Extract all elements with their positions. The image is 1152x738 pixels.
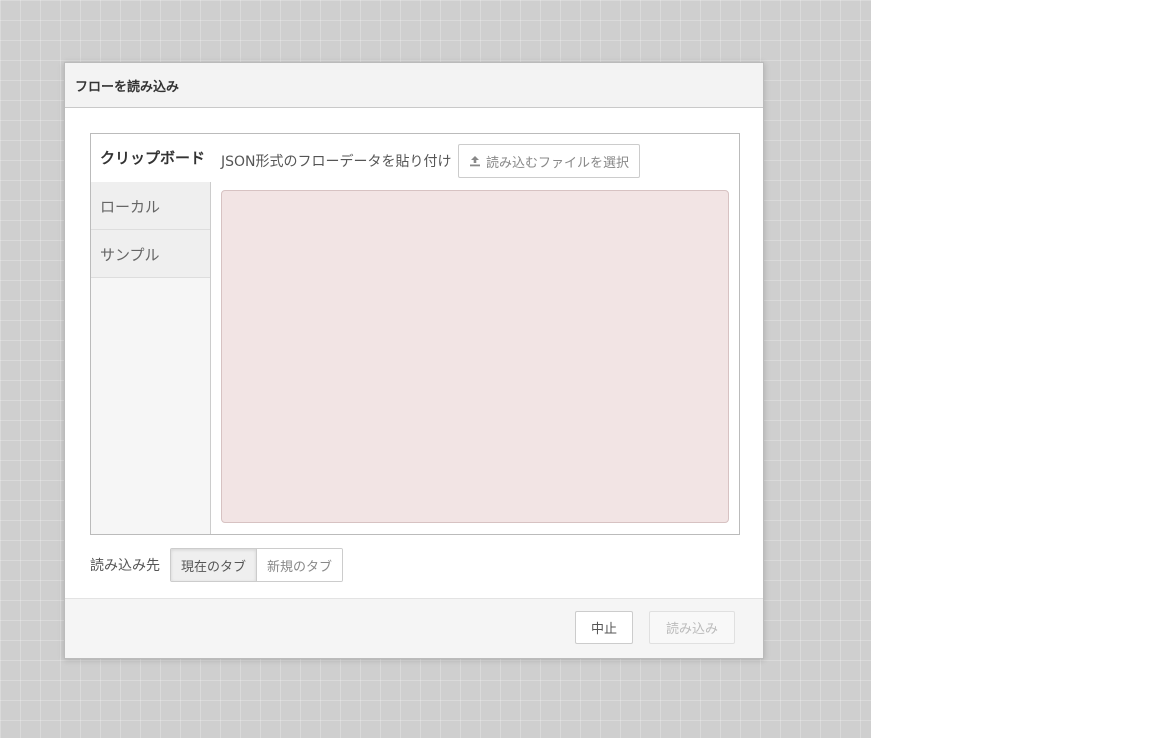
- import-target-label: 読み込み先: [90, 558, 160, 574]
- tab-local[interactable]: ローカル: [91, 182, 210, 230]
- import-button[interactable]: 読み込み: [649, 611, 735, 644]
- tab-sample-label: サンプル: [100, 246, 160, 264]
- cancel-button[interactable]: 中止: [575, 611, 633, 644]
- dialog-titlebar: フローを読み込み: [65, 63, 763, 108]
- current-tab-option-label: 現在のタブ: [181, 559, 247, 575]
- import-json-textarea[interactable]: [221, 190, 729, 523]
- current-tab-option[interactable]: 現在のタブ: [171, 549, 258, 581]
- import-tab-list: クリップボード ローカル サンプル: [91, 134, 212, 534]
- clipboard-tab-content: JSON形式のフローデータを貼り付け 読み込むファイルを選択: [211, 134, 739, 534]
- upload-icon: [470, 156, 480, 167]
- tab-local-label: ローカル: [100, 198, 161, 216]
- select-file-label: 読み込むファイルを選択: [486, 155, 630, 171]
- cancel-button-label: 中止: [590, 622, 617, 637]
- paste-json-label: JSON形式のフローデータを貼り付け: [221, 154, 452, 170]
- import-target-toggle: 現在のタブ 新規のタブ: [170, 548, 344, 582]
- tab-clipboard[interactable]: クリップボード: [91, 134, 212, 182]
- new-tab-option[interactable]: 新規のタブ: [257, 549, 343, 581]
- dialog-footer: 中止 読み込み: [65, 598, 763, 658]
- import-button-label: 読み込み: [665, 622, 718, 637]
- new-tab-option-label: 新規のタブ: [267, 559, 333, 575]
- import-flow-dialog: フローを読み込み クリップボード ローカル サンプル JSON形式のフローデータ…: [64, 62, 764, 659]
- select-file-button[interactable]: 読み込むファイルを選択: [458, 144, 641, 178]
- dialog-title: フローを読み込み: [75, 80, 180, 95]
- import-target-row: 読み込み先 現在のタブ 新規のタブ: [90, 548, 344, 582]
- import-tab-panel: クリップボード ローカル サンプル JSON形式のフローデータを貼り付け 読み込…: [90, 133, 740, 535]
- tab-clipboard-label: クリップボード: [100, 149, 206, 167]
- tab-sample[interactable]: サンプル: [91, 230, 210, 278]
